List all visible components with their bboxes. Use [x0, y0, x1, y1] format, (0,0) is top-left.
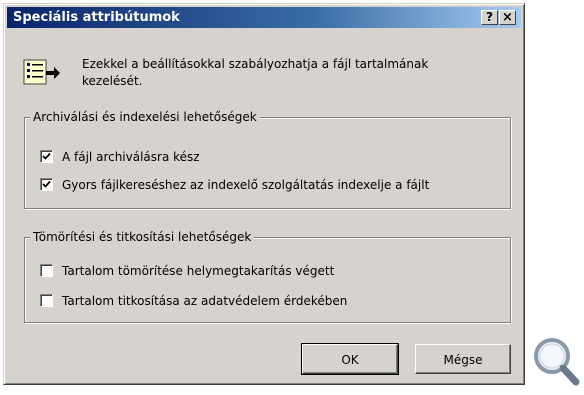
- archive-index-legend: Archiválási és indexelési lehetőségek: [30, 109, 260, 125]
- ok-button[interactable]: OK: [301, 343, 399, 375]
- magnifier-icon[interactable]: [528, 330, 584, 391]
- compress-encrypt-group: [24, 237, 511, 323]
- compress-encrypt-legend: Tömörítési és titkosítási lehetőségek: [30, 229, 255, 245]
- compress-label: Tartalom tömörítése helymegtakarítás vég…: [62, 264, 335, 278]
- index-file-label: Gyors fájlkereséshez az indexelő szolgál…: [62, 178, 430, 192]
- archive-ready-checkbox[interactable]: [40, 150, 53, 163]
- dialog-title: Speciális attribútumok: [13, 10, 180, 25]
- attributes-list-icon: [22, 58, 62, 88]
- help-button[interactable]: ?: [481, 10, 498, 25]
- index-file-checkbox[interactable]: [40, 178, 53, 191]
- title-bar[interactable]: Speciális attribútumok ? ×: [7, 7, 521, 28]
- compress-checkbox[interactable]: [40, 264, 53, 277]
- cancel-button[interactable]: Mégse: [415, 344, 511, 374]
- checkmark-icon: [42, 152, 51, 160]
- close-button[interactable]: ×: [499, 10, 516, 25]
- encrypt-label: Tartalom titkosítása az adatvédelem érde…: [62, 294, 348, 308]
- checkmark-icon: [42, 180, 51, 188]
- encrypt-checkbox[interactable]: [40, 294, 53, 307]
- intro-text: Ezekkel a beállításokkal szabályozhatja …: [82, 57, 429, 88]
- archive-ready-label: A fájl archiválásra kész: [62, 150, 200, 164]
